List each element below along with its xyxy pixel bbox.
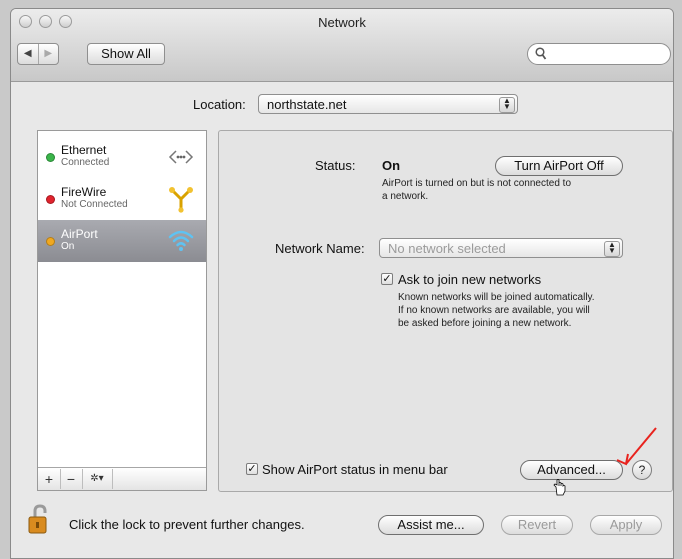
- apply-button[interactable]: Apply: [590, 515, 662, 535]
- service-list-toolbar: + − ✲▾: [38, 467, 206, 490]
- window-title: Network: [318, 15, 366, 30]
- status-message-line1: AirPort is turned on but is not connecte…: [382, 178, 571, 189]
- airport-detail-panel: Status: On Turn AirPort Off AirPort is t…: [218, 130, 673, 492]
- search-field[interactable]: [527, 43, 671, 65]
- ask-help-line2: If no known networks are available, you …: [398, 305, 590, 316]
- ask-to-join-checkbox[interactable]: ✓: [381, 273, 393, 285]
- status-dot-orange: [46, 237, 55, 246]
- location-popup[interactable]: northstate.net ▲ ▼: [258, 94, 518, 114]
- forward-button[interactable]: ▶: [37, 44, 59, 64]
- airport-wifi-icon: [168, 230, 194, 251]
- service-status: On: [61, 241, 75, 252]
- lock-icon[interactable]: [26, 503, 54, 537]
- status-message-line2: a network.: [382, 191, 429, 202]
- network-preferences-window: Network ◀ ▶ Show All Location: northstat…: [10, 8, 674, 559]
- location-value: northstate.net: [267, 97, 347, 112]
- annotation-arrow-icon: [616, 427, 657, 466]
- add-service-button[interactable]: +: [38, 469, 61, 489]
- network-name-value: No network selected: [388, 241, 506, 256]
- service-status: Connected: [61, 157, 110, 168]
- title-bar: Network ◀ ▶ Show All: [11, 9, 673, 82]
- network-name-popup[interactable]: No network selected ▲ ▼: [379, 238, 623, 258]
- service-airport[interactable]: AirPort On: [38, 220, 206, 262]
- assist-me-button[interactable]: Assist me...: [378, 515, 484, 535]
- remove-service-button[interactable]: −: [60, 469, 83, 489]
- network-name-label: Network Name:: [275, 241, 365, 256]
- service-name: Ethernet: [61, 143, 107, 157]
- action-menu-button[interactable]: ✲▾: [82, 469, 113, 489]
- back-button[interactable]: ◀: [18, 44, 38, 64]
- service-ethernet[interactable]: Ethernet Connected: [38, 136, 206, 178]
- lock-message: Click the lock to prevent further change…: [69, 517, 305, 532]
- search-icon: [535, 47, 547, 60]
- hand-cursor-icon: [553, 479, 566, 496]
- service-list: Ethernet Connected FireWire Not Connecte…: [37, 130, 207, 491]
- revert-button[interactable]: Revert: [501, 515, 573, 535]
- service-firewire[interactable]: FireWire Not Connected: [38, 178, 206, 220]
- show-all-button[interactable]: Show All: [87, 43, 165, 65]
- service-name: AirPort: [61, 227, 98, 241]
- show-status-label[interactable]: Show AirPort status in menu bar: [262, 462, 448, 477]
- status-label: Status:: [315, 158, 356, 173]
- turn-airport-off-button[interactable]: Turn AirPort Off: [495, 156, 623, 176]
- back-forward-control: ◀ ▶: [17, 43, 59, 65]
- ask-help-line1: Known networks will be joined automatica…: [398, 292, 595, 303]
- firewire-icon: [169, 187, 193, 213]
- status-value: On: [382, 158, 401, 173]
- advanced-button[interactable]: Advanced...: [520, 460, 623, 480]
- location-label: Location:: [193, 97, 246, 112]
- popup-arrows-icon: ▲ ▼: [604, 241, 620, 257]
- status-dot-green: [46, 153, 55, 162]
- ask-help-line3: be asked before joining a new network.: [398, 318, 572, 329]
- ethernet-icon: [168, 150, 194, 164]
- ask-to-join-label[interactable]: Ask to join new networks: [398, 272, 541, 287]
- popup-arrows-icon: ▲ ▼: [499, 97, 515, 113]
- service-status: Not Connected: [61, 199, 128, 210]
- show-status-checkbox[interactable]: ✓: [246, 463, 258, 475]
- service-name: FireWire: [61, 185, 107, 199]
- status-dot-red: [46, 195, 55, 204]
